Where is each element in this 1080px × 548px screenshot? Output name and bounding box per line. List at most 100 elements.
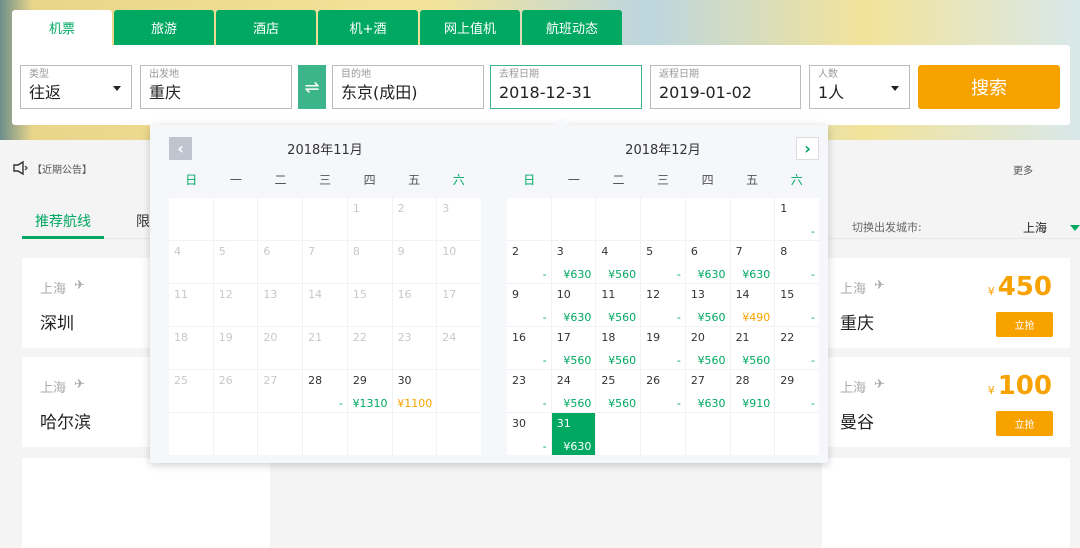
calendar-day: 21 [303, 327, 347, 369]
empty-cell [775, 413, 819, 455]
tab-limited[interactable]: 限 [136, 211, 150, 231]
calendar-day: 13 [258, 284, 303, 326]
notice-bar: 【近期公告】 [12, 160, 92, 176]
calendar-day[interactable]: 15 - [775, 284, 819, 326]
route-destination: 曼谷 [840, 413, 874, 433]
calendar-day[interactable]: 21 ¥560 [730, 327, 775, 369]
tab-flights[interactable]: 机票 [12, 10, 112, 45]
calendar-day[interactable]: 13 ¥560 [685, 284, 730, 326]
currency-symbol: ¥ [987, 285, 995, 298]
calendar-day[interactable]: 31 ¥630 [551, 413, 596, 455]
calendar-day[interactable]: 25 ¥560 [596, 370, 641, 412]
empty-cell [685, 413, 730, 455]
day-number: 21 [308, 331, 323, 344]
trip-type-select[interactable]: 类型 往返 [20, 65, 132, 109]
calendar-day[interactable]: 28 ¥910 [730, 370, 775, 412]
passenger-select[interactable]: 人数 1人 [809, 65, 910, 109]
notice-label[interactable]: 【近期公告】 [32, 161, 92, 176]
tab-checkin[interactable]: 网上值机 [420, 10, 520, 45]
calendar-day[interactable]: 28 - [303, 370, 347, 412]
origin-label: 出发地 [149, 69, 179, 80]
day-number: 13 [690, 288, 705, 301]
calendar-day[interactable]: 29 - [775, 370, 819, 412]
day-number: 16 [397, 288, 412, 301]
day-number: 26 [646, 374, 661, 387]
calendar-day[interactable]: 22 - [775, 327, 819, 369]
calendar-day[interactable]: 7 ¥630 [730, 241, 775, 283]
calendar-day[interactable]: 11 ¥560 [596, 284, 641, 326]
calendar-day[interactable]: 23 - [507, 370, 551, 412]
swap-cities-button[interactable]: ⇌ [298, 65, 326, 109]
buy-now-button[interactable]: 立抢 [996, 411, 1053, 436]
calendar-day[interactable]: 27 ¥630 [685, 370, 730, 412]
calendar-day[interactable]: 3 ¥630 [551, 241, 596, 283]
search-button[interactable]: 搜索 [918, 65, 1060, 109]
weekday-label: 五 [408, 173, 421, 187]
day-number: 5 [646, 245, 654, 258]
tab-travel[interactable]: 旅游 [114, 10, 214, 45]
route-card[interactable]: 上海 ✈ 重庆 ¥450 立抢 [822, 258, 1070, 348]
day-number: 15 [352, 288, 367, 301]
route-card[interactable] [822, 458, 1070, 548]
calendar-day[interactable]: 8- [775, 241, 819, 283]
day-number: 14 [735, 288, 750, 301]
calendar-day[interactable]: 5- [641, 241, 685, 283]
calendar-day[interactable]: 16 - [507, 327, 551, 369]
day-number: 30 [397, 374, 412, 387]
day-number: 26 [218, 374, 233, 387]
day-number: 11 [174, 288, 188, 301]
weekday-label: 四 [363, 173, 376, 187]
day-price: ¥560 [608, 397, 637, 410]
departure-city-select[interactable]: 上海 [1023, 219, 1047, 236]
day-price: - [676, 311, 681, 324]
day-number: 11 [601, 288, 616, 301]
empty-cell [347, 413, 392, 455]
caret-down-icon[interactable] [1070, 225, 1080, 231]
calendar-day[interactable]: 10 ¥630 [551, 284, 596, 326]
calendar-day: 17 [437, 284, 481, 326]
day-number: 27 [690, 374, 705, 387]
tab-flight-status[interactable]: 航班动态 [522, 10, 622, 45]
next-month-button[interactable]: › [796, 137, 819, 160]
calendar-day[interactable]: 30 - [507, 413, 551, 455]
calendar-day: 2 [392, 198, 437, 240]
day-number: 19 [646, 331, 661, 344]
route-card[interactable] [22, 458, 270, 548]
buy-now-button[interactable]: 立抢 [996, 312, 1053, 337]
search-panel: 类型 往返 出发地 重庆 ⇌ 目的地 东京(成田) 去程日期 2018-12-3… [12, 45, 1070, 125]
day-number: 8 [352, 245, 360, 258]
calendar-day[interactable]: 18 ¥560 [596, 327, 641, 369]
calendar-day[interactable]: 30 ¥1100 [392, 370, 437, 412]
tab-flight-hotel[interactable]: 机+酒 [318, 10, 418, 45]
route-card[interactable]: 上海 ✈ 曼谷 ¥100 立抢 [822, 357, 1070, 447]
calendar-day[interactable]: 6 ¥630 [685, 241, 730, 283]
tab-recommended-routes[interactable]: 推荐航线 [22, 211, 104, 239]
tab-hotel[interactable]: 酒店 [216, 10, 316, 45]
day-price: ¥560 [697, 354, 726, 367]
destination-input[interactable]: 目的地 东京(成田) [332, 65, 484, 109]
day-price: ¥630 [563, 440, 592, 453]
empty-cell [303, 413, 347, 455]
calendar-day[interactable]: 26 - [641, 370, 685, 412]
depart-date-input[interactable]: 去程日期 2018-12-31 [490, 65, 642, 109]
calendar-day[interactable]: 19 - [641, 327, 685, 369]
calendar-day[interactable]: 20 ¥560 [685, 327, 730, 369]
calendar-day[interactable]: 29 ¥1310 [347, 370, 392, 412]
calendar-day[interactable]: 1- [775, 198, 819, 240]
calendar-day[interactable]: 12 - [641, 284, 685, 326]
day-price: - [542, 268, 547, 281]
calendar-day[interactable]: 17 ¥560 [551, 327, 596, 369]
calendar-day: 23 [392, 327, 437, 369]
calendar-day[interactable]: 2- [507, 241, 551, 283]
prev-month-button[interactable]: ‹ [169, 137, 192, 160]
calendar-day[interactable]: 24 ¥560 [551, 370, 596, 412]
calendar-day[interactable]: 4 ¥560 [596, 241, 641, 283]
calendar-day[interactable]: 9- [507, 284, 551, 326]
return-date-input[interactable]: 返程日期 2019-01-02 [650, 65, 801, 109]
day-number: 20 [263, 331, 278, 344]
more-link[interactable]: 更多 [1013, 162, 1033, 177]
origin-input[interactable]: 出发地 重庆 [140, 65, 292, 109]
day-number: 9 [397, 245, 405, 258]
day-number: 30 [512, 417, 526, 430]
calendar-day[interactable]: 14 ¥490 [730, 284, 775, 326]
